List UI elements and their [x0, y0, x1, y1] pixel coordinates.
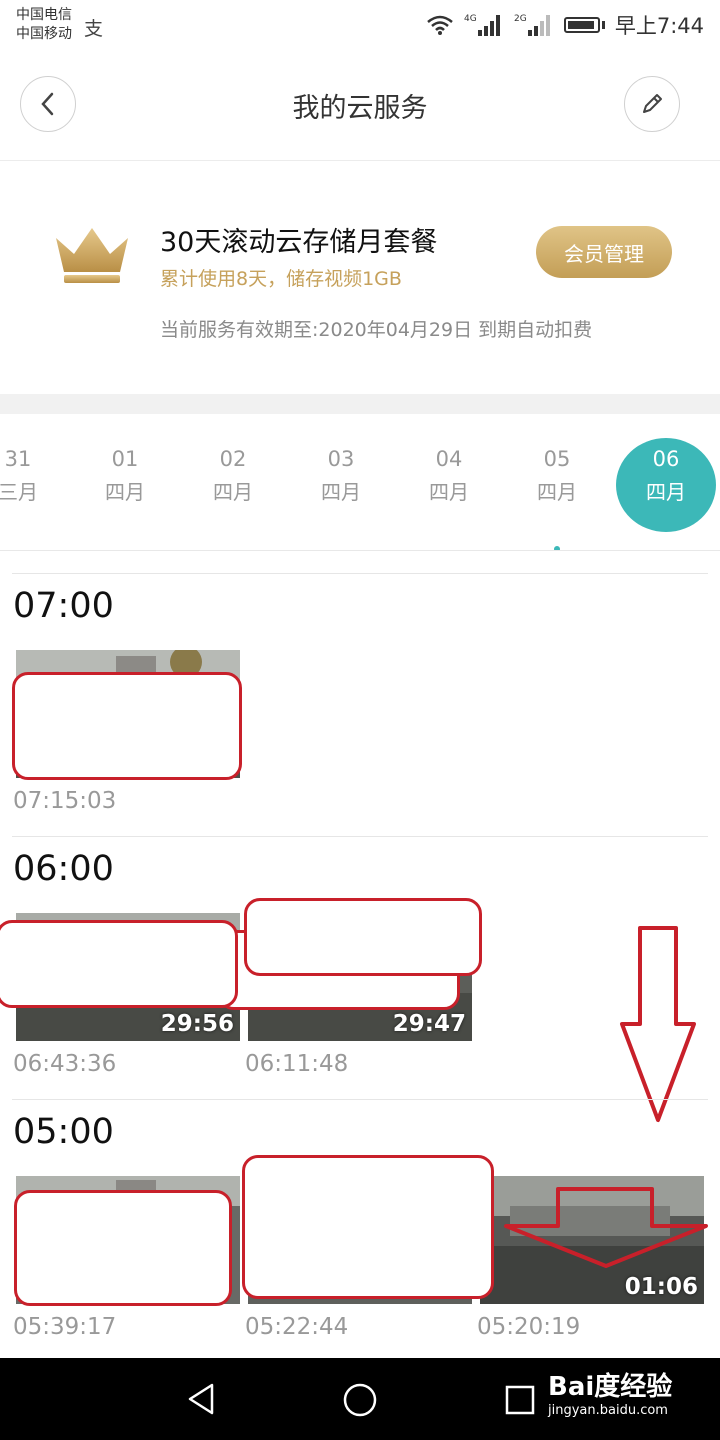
wifi-icon [427, 15, 453, 35]
clip-time: 05:22:44 [245, 1314, 349, 1340]
battery-icon [563, 17, 600, 33]
hour-label: 07:00 [13, 586, 114, 626]
clip-duration: 29:56 [160, 1011, 234, 1037]
annotation-box [14, 1190, 232, 1306]
date-strip[interactable]: 31 三月 01 四月 02 四月 03 四月 04 四月 05 四月 06 四… [0, 414, 720, 550]
status-bar: 中国电信 中国移动 支 4G 2G 早上7:44 [0, 0, 720, 52]
annotation-box [12, 672, 242, 780]
date-month: 四月 [537, 480, 577, 504]
section-divider [12, 573, 708, 574]
clip-time: 06:43:36 [13, 1051, 117, 1077]
date-month: 四月 [321, 480, 361, 504]
plan-title: 30天滚动云存储月套餐 [160, 227, 438, 258]
carrier-info: 中国电信 中国移动 [16, 6, 72, 44]
date-strip-divider [0, 550, 720, 551]
section-divider [12, 836, 708, 837]
edit-button[interactable] [624, 76, 680, 132]
date-day: 06 [652, 447, 680, 471]
date-day: 03 [327, 447, 355, 471]
date-month: 四月 [646, 480, 686, 504]
date-item-selected[interactable]: 06 四月 [616, 446, 716, 506]
circle-home-icon[interactable] [342, 1382, 378, 1418]
date-item[interactable]: 04 四月 [399, 446, 499, 506]
section-separator [0, 394, 720, 414]
date-item[interactable]: 05 四月 [507, 446, 607, 550]
status-indicators: 4G 2G 早上7:44 [426, 10, 704, 40]
alipay-icon: 支 [84, 18, 104, 40]
carrier-telecom: 中国电信 [16, 7, 72, 23]
battery-tip [601, 21, 605, 29]
plan-usage: 累计使用8天，储存视频1GB [160, 268, 402, 290]
date-day: 02 [219, 447, 247, 471]
clip-time: 06:11:48 [245, 1051, 349, 1077]
plan-expiry: 当前服务有效期至:2020年04月29日 到期自动扣费 [160, 319, 593, 341]
pencil-icon [643, 94, 662, 113]
triangle-back-icon[interactable] [184, 1382, 218, 1416]
signal-2g-icon: 2G [514, 14, 550, 36]
date-item[interactable]: 02 四月 [183, 446, 283, 506]
navigation-bar: Bai度经验 jingyan.baidu.com [0, 1358, 720, 1440]
date-day: 01 [111, 447, 139, 471]
clip-time: 07:15:03 [13, 788, 117, 814]
arrow-down-icon [504, 1187, 708, 1268]
date-month: 四月 [105, 480, 145, 504]
baidu-watermark: Bai度经验 jingyan.baidu.com [548, 1372, 672, 1420]
date-month: 四月 [429, 480, 469, 504]
date-day: 04 [435, 447, 463, 471]
status-time: 早上7:44 [614, 14, 704, 38]
date-item[interactable]: 01 四月 [75, 446, 175, 506]
clip-time: 05:20:19 [477, 1314, 581, 1340]
net-4g-label: 4G [464, 14, 477, 24]
annotation-box [242, 1155, 494, 1299]
date-item[interactable]: 03 四月 [291, 446, 391, 506]
watermark-sub: jingyan.baidu.com [548, 1403, 668, 1418]
clip-duration: 29:47 [392, 1011, 466, 1037]
date-day: 31 [4, 447, 32, 471]
watermark-main: Bai度经验 [548, 1372, 673, 1402]
annotation-box [0, 920, 238, 1008]
carrier-mobile: 中国移动 [16, 26, 72, 42]
hour-label: 05:00 [13, 1112, 114, 1152]
header-divider [0, 160, 720, 161]
page-title: 我的云服务 [292, 93, 428, 124]
date-month: 三月 [0, 480, 38, 504]
signal-4g-icon: 4G [464, 14, 500, 36]
date-day: 05 [543, 447, 571, 471]
clip-duration: 01:06 [624, 1274, 698, 1300]
hour-label: 06:00 [13, 849, 114, 889]
date-item[interactable]: 31 三月 [0, 446, 68, 506]
annotation-box [244, 898, 482, 976]
net-2g-label: 2G [514, 14, 527, 24]
crown-icon [52, 220, 132, 290]
arrow-down-icon [620, 926, 696, 1122]
section-divider [12, 1099, 708, 1100]
member-management-button[interactable]: 会员管理 [536, 226, 672, 278]
date-month: 四月 [213, 480, 253, 504]
clip-time: 05:39:17 [13, 1314, 117, 1340]
square-recents-icon[interactable] [504, 1384, 536, 1416]
